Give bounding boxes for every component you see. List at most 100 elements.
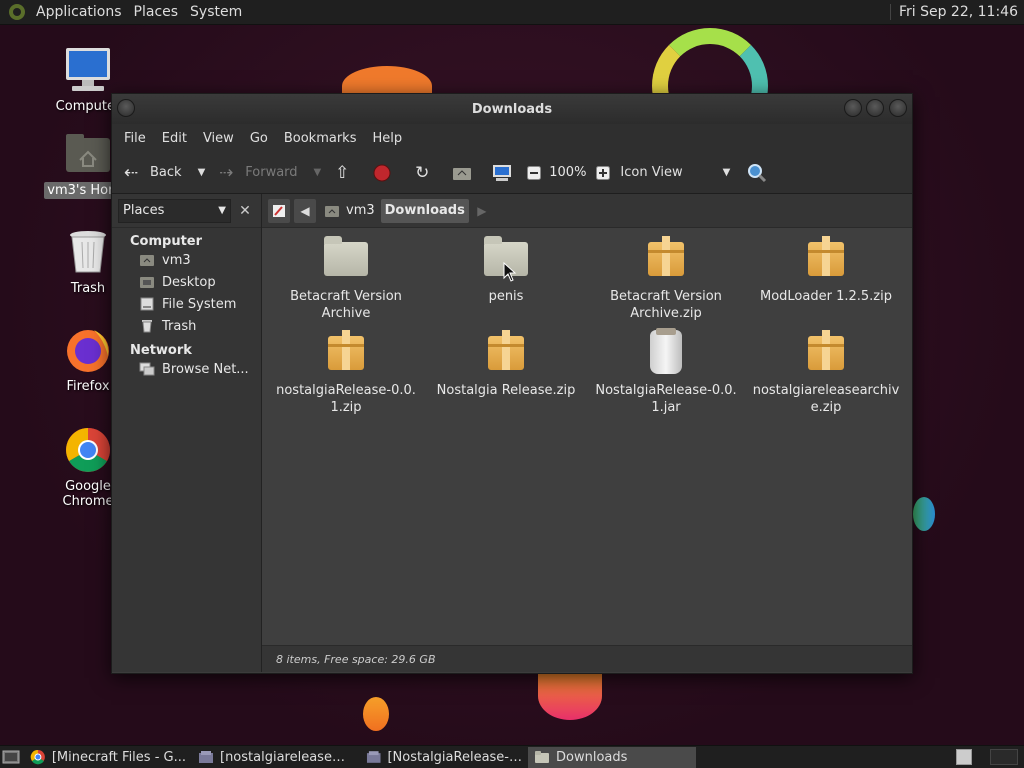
home-folder-icon: [451, 162, 473, 184]
computer-icon: [491, 162, 513, 184]
computer-button[interactable]: [491, 162, 513, 184]
file-item-folder[interactable]: Betacraft Version Archive: [266, 236, 426, 322]
task-nostalgiarelease-archive[interactable]: [nostalgiarelease…: [192, 747, 360, 768]
sidebar-item-browse-network[interactable]: Browse Net...: [112, 358, 261, 380]
zoom-in-icon: [592, 162, 614, 184]
home-icon: [138, 252, 156, 268]
menu-file[interactable]: File: [116, 131, 154, 146]
sidebar-item-vm3[interactable]: vm3: [112, 249, 261, 271]
file-item-jar[interactable]: NostalgiaRelease-0.0. 1.jar: [586, 328, 746, 416]
zoom-out-button[interactable]: [523, 162, 545, 184]
back-button[interactable]: ⇠ Back: [120, 162, 182, 184]
folder-icon: [322, 236, 370, 284]
jar-icon: [642, 328, 690, 378]
sidebar-header: Places ▼ ✕: [112, 194, 261, 228]
workspace-2[interactable]: [990, 749, 1018, 765]
menu-bookmarks[interactable]: Bookmarks: [276, 131, 365, 146]
maximize-button[interactable]: [866, 99, 884, 117]
file-view[interactable]: Betacraft Version Archive penis Betacraf…: [262, 228, 912, 645]
path-scroll-left[interactable]: ◀: [294, 198, 316, 223]
show-desktop-icon[interactable]: [2, 748, 20, 766]
up-button[interactable]: ⇧: [331, 162, 353, 184]
main-pane: ◀ vm3 Downloads ▶ Betacraft Version Arch…: [262, 194, 912, 672]
file-item-zip[interactable]: Nostalgia Release.zip: [426, 330, 586, 399]
file-item-zip[interactable]: nostalgiareleasearchiv e.zip: [746, 330, 906, 416]
drive-icon: [138, 296, 156, 312]
task-downloads[interactable]: Downloads: [528, 746, 696, 768]
search-button[interactable]: [746, 162, 768, 184]
system-menu[interactable]: System: [184, 0, 248, 25]
reload-button[interactable]: ↻: [411, 162, 433, 184]
stop-icon: [371, 162, 393, 184]
forward-history-dropdown[interactable]: ▼: [314, 167, 322, 178]
file-item-zip[interactable]: Betacraft Version Archive.zip: [586, 236, 746, 322]
location-bar: ◀ vm3 Downloads ▶: [262, 194, 912, 228]
places-menu[interactable]: Places: [128, 0, 185, 25]
top-panel: Applications Places System Fri Sep 22, 1…: [0, 0, 1024, 25]
sidebar-item-desktop[interactable]: Desktop: [112, 271, 261, 293]
chevron-down-icon: ▼: [218, 205, 226, 216]
wallpaper-shape: [363, 697, 389, 731]
archive-icon: [482, 330, 530, 378]
zoom-out-icon: [523, 162, 545, 184]
task-nostalgiarelease-jar[interactable]: [NostalgiaRelease-…: [360, 747, 528, 768]
sidebar-item-trash[interactable]: Trash: [112, 315, 261, 337]
window-menu-button[interactable]: [117, 99, 135, 117]
path-scroll-right[interactable]: ▶: [471, 199, 493, 223]
archive-icon: [642, 236, 690, 284]
menu-help[interactable]: Help: [364, 131, 410, 146]
chrome-icon: [64, 426, 112, 474]
distro-logo-icon[interactable]: [8, 3, 26, 21]
sidebar-section-computer: Computer: [130, 234, 203, 249]
forward-button[interactable]: ⇢ Forward: [215, 162, 297, 184]
status-bar: 8 items, Free space: 29.6 GB: [262, 645, 912, 672]
zoom-in-button[interactable]: [592, 162, 614, 184]
back-arrow-icon: ⇠: [123, 162, 139, 183]
forward-arrow-icon: ⇢: [219, 162, 234, 183]
file-manager-window: Downloads File Edit View Go Bookmarks He…: [111, 93, 913, 674]
sidebar-type-select[interactable]: Places ▼: [118, 198, 231, 223]
applications-menu[interactable]: Applications: [30, 0, 128, 25]
chevron-down-icon: ▼: [722, 167, 731, 178]
menu-view[interactable]: View: [195, 131, 242, 146]
workspace-1[interactable]: [956, 749, 972, 765]
trash-icon: [138, 318, 156, 334]
home-button[interactable]: [451, 162, 473, 184]
desktop-icon: [138, 274, 156, 290]
close-sidebar-icon[interactable]: ✕: [235, 203, 255, 219]
close-button[interactable]: [889, 99, 907, 117]
file-item-zip[interactable]: nostalgiaRelease-0.0. 1.zip: [266, 330, 426, 416]
back-history-dropdown[interactable]: ▼: [198, 167, 206, 178]
wallpaper-shape: [913, 497, 935, 531]
edit-location-button[interactable]: [268, 198, 290, 223]
clock[interactable]: Fri Sep 22, 11:46: [889, 4, 1024, 20]
archive-icon: [199, 751, 213, 763]
toolbar: ⇠ Back ▼ ⇢ Forward ▼ ⇧ ↻ 100% Icon View …: [112, 152, 912, 194]
wallpaper-shape: [538, 672, 602, 720]
firefox-icon: [64, 326, 112, 374]
workspace-switcher: [956, 747, 1024, 768]
file-item-zip[interactable]: ModLoader 1.2.5.zip: [746, 236, 906, 305]
up-arrow-icon: ⇧: [335, 162, 350, 183]
breadcrumb-downloads[interactable]: Downloads: [380, 198, 469, 223]
home-icon: [325, 205, 339, 217]
taskbar: [Minecraft Files - G... [nostalgiareleas…: [0, 745, 1024, 768]
sidebar-section-network: Network: [130, 343, 192, 358]
task-minecraft-files[interactable]: [Minecraft Files - G...: [24, 747, 192, 768]
menu-go[interactable]: Go: [242, 131, 276, 146]
menu-edit[interactable]: Edit: [154, 131, 195, 146]
home-folder-icon: [64, 130, 112, 178]
breadcrumb-vm3[interactable]: vm3: [320, 199, 379, 223]
sidebar-item-file-system[interactable]: File System: [112, 293, 261, 315]
trash-icon: [64, 228, 112, 276]
pencil-icon: [273, 204, 285, 217]
stop-button[interactable]: [371, 162, 393, 184]
archive-icon: [802, 236, 850, 284]
search-icon: [746, 162, 768, 184]
mouse-cursor-icon: [503, 262, 517, 282]
window-titlebar[interactable]: Downloads: [112, 94, 912, 124]
chrome-icon: [30, 750, 45, 765]
window-title: Downloads: [471, 101, 553, 117]
view-mode-select[interactable]: Icon View ▼: [620, 165, 730, 180]
minimize-button[interactable]: [844, 99, 862, 117]
